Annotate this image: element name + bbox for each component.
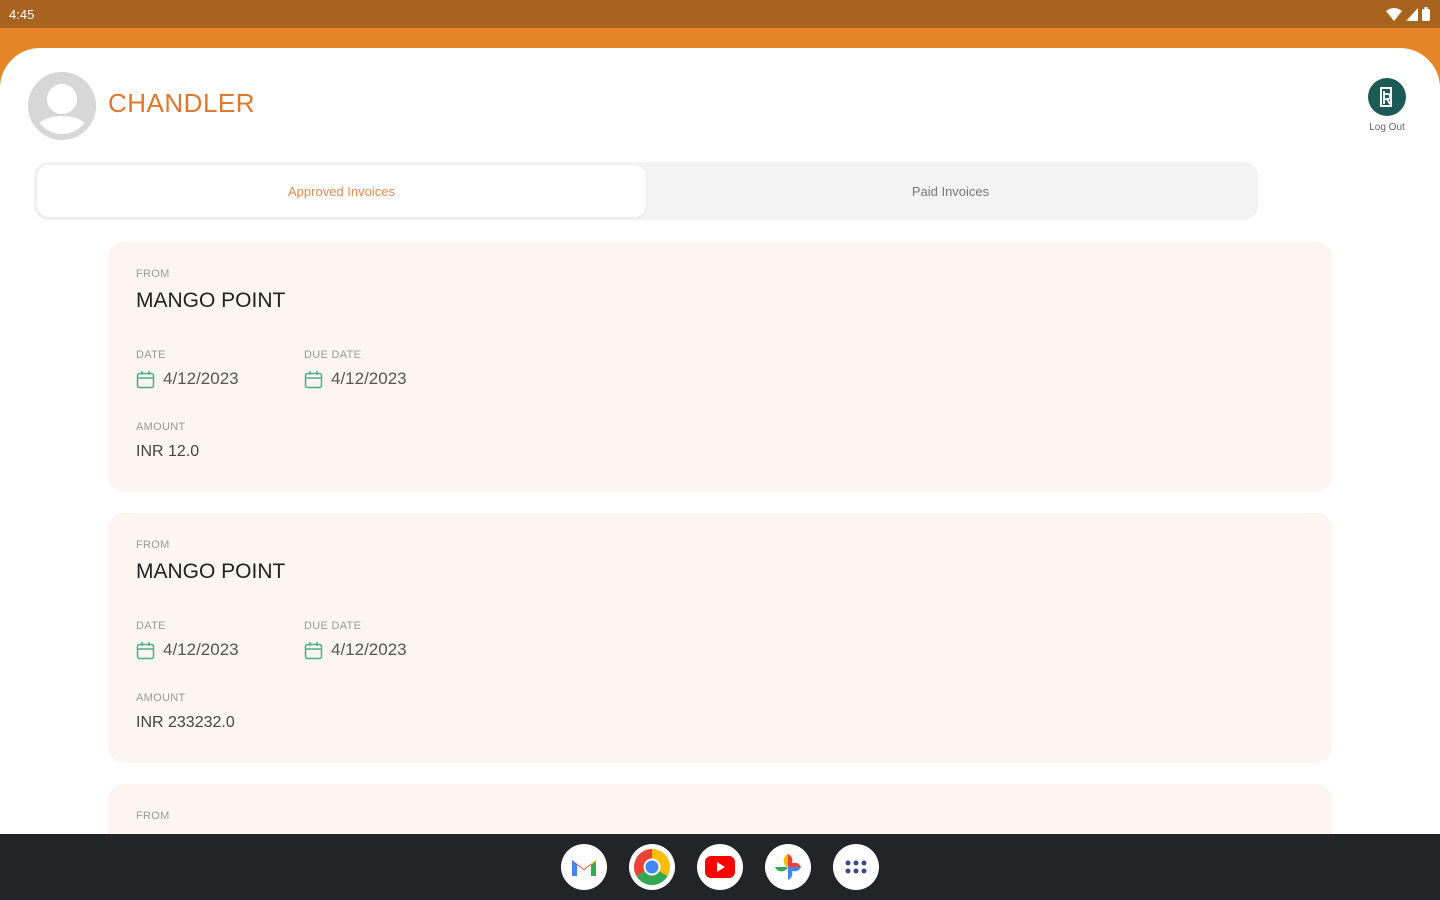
dates-row: DATE 4/12/2023 DUE DATE 4/12/2023 xyxy=(136,349,1304,389)
calendar-icon xyxy=(304,370,323,388)
logout-button[interactable]: Log Out xyxy=(1362,78,1412,133)
calendar-icon xyxy=(304,641,323,659)
logout-icon xyxy=(1368,78,1406,116)
from-name: MANGO POINT xyxy=(136,289,286,312)
due-date-column: DUE DATE 4/12/2023 xyxy=(304,349,472,389)
invoice-card[interactable]: FROM MANGO POINT DATE 4/12/2023 DUE DATE xyxy=(108,513,1332,763)
invoice-card[interactable]: FROM MANGO POINT DATE 4/12/2023 DUE DATE xyxy=(108,242,1332,492)
date-text: 4/12/2023 xyxy=(163,640,239,659)
date-label: DATE xyxy=(136,349,166,361)
date-column: DATE 4/12/2023 xyxy=(136,349,304,389)
invoice-card[interactable]: FROM xyxy=(108,784,1332,834)
youtube-icon[interactable] xyxy=(697,844,743,890)
calendar-icon xyxy=(136,370,155,388)
dates-row: DATE 4/12/2023 DUE DATE 4/12/2023 xyxy=(136,620,1304,660)
amount-block: AMOUNT INR 12.0 xyxy=(136,421,1304,461)
status-bar: 4:45 xyxy=(0,0,1440,28)
tab-paid-invoices[interactable]: Paid Invoices xyxy=(646,165,1255,217)
status-icons xyxy=(1386,7,1430,21)
tab-approved-invoices[interactable]: Approved Invoices xyxy=(37,165,646,217)
calendar-icon xyxy=(136,641,155,659)
due-date-value: 4/12/2023 xyxy=(304,640,472,660)
photos-icon[interactable] xyxy=(765,844,811,890)
due-date-text: 4/12/2023 xyxy=(331,369,407,388)
due-date-label: DUE DATE xyxy=(304,620,362,632)
battery-icon xyxy=(1422,7,1430,21)
amount-block: AMOUNT INR 233232.0 xyxy=(136,692,1304,732)
chrome-icon[interactable] xyxy=(629,844,675,890)
date-value: 4/12/2023 xyxy=(136,640,304,660)
from-label: FROM xyxy=(136,810,170,822)
due-date-text: 4/12/2023 xyxy=(331,640,407,659)
gmail-icon[interactable] xyxy=(561,844,607,890)
status-time: 4:45 xyxy=(9,6,35,22)
avatar xyxy=(28,72,96,140)
amount-label: AMOUNT xyxy=(136,692,186,704)
invoice-tabs: Approved Invoices Paid Invoices xyxy=(34,162,1258,220)
date-value: 4/12/2023 xyxy=(136,369,304,389)
wifi-icon xyxy=(1386,7,1402,21)
user-name: CHANDLER xyxy=(108,88,256,118)
due-date-label: DUE DATE xyxy=(304,349,362,361)
amount-label: AMOUNT xyxy=(136,421,186,433)
signal-icon xyxy=(1406,7,1418,21)
from-name: MANGO POINT xyxy=(136,560,286,583)
main-sheet: CHANDLER Log Out Approved Invoices Paid … xyxy=(0,48,1440,834)
taskbar xyxy=(0,834,1440,900)
due-date-value: 4/12/2023 xyxy=(304,369,472,389)
date-column: DATE 4/12/2023 xyxy=(136,620,304,660)
amount-value: INR 12.0 xyxy=(136,443,200,460)
default-user-icon xyxy=(28,72,96,140)
due-date-column: DUE DATE 4/12/2023 xyxy=(304,620,472,660)
logout-label: Log Out xyxy=(1369,122,1405,133)
date-label: DATE xyxy=(136,620,166,632)
app-drawer-icon[interactable] xyxy=(833,844,879,890)
date-text: 4/12/2023 xyxy=(163,369,239,388)
from-label: FROM xyxy=(136,268,170,280)
from-label: FROM xyxy=(136,539,170,551)
amount-value: INR 233232.0 xyxy=(136,714,235,731)
